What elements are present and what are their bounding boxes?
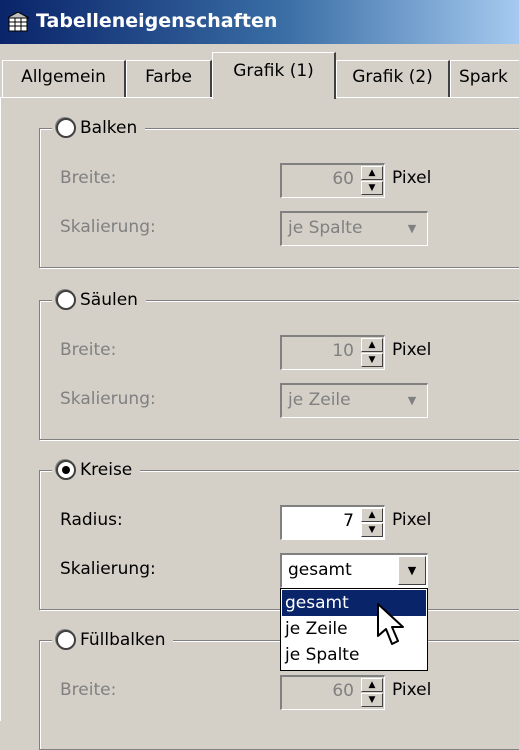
group-kreise: Kreise Radius: 7 ▲ ▼ Pixel Skalierung: ge… (39, 457, 519, 610)
kreise-scale-label: Skalierung: (60, 559, 156, 579)
window-title: Tabelleneigenschaften (36, 10, 278, 32)
saeulen-radio[interactable] (56, 290, 76, 310)
balken-scale-label: Skalierung: (60, 217, 156, 237)
radio-dot-icon (62, 466, 70, 474)
balken-legend: Balken (52, 115, 146, 141)
balken-width-label: Breite: (60, 168, 117, 188)
kreise-radio[interactable] (56, 460, 76, 480)
kreise-legend: Kreise (52, 457, 141, 483)
kreise-scale-value: gesamt (288, 560, 352, 580)
fuellbalken-title: Füllbalken (80, 630, 166, 650)
saeulen-scale-value: je Zeile (288, 390, 351, 410)
group-saeulen: Säulen Breite: 10 ▲ ▼ Pixel Skalierung: j… (39, 287, 519, 440)
group-fuellbalken: Füllbalken Breite: 60 ▲ ▼ Pixel (39, 627, 519, 750)
balken-scale-value: je Spalte (288, 218, 363, 238)
fuellbalken-width-stepper[interactable]: 60 ▲ ▼ (280, 675, 385, 710)
saeulen-unit: Pixel (392, 340, 432, 360)
balken-width-value: 60 (332, 169, 354, 189)
saeulen-title: Säulen (80, 290, 138, 310)
spin-down-icon[interactable]: ▼ (361, 353, 383, 367)
chevron-down-icon: ▼ (407, 222, 417, 235)
spin-up-icon[interactable]: ▲ (361, 338, 383, 352)
tab-grafik-2[interactable]: Grafik (2) (336, 60, 450, 97)
spin-up-icon[interactable]: ▲ (361, 678, 383, 692)
spin-down-icon[interactable]: ▼ (361, 523, 383, 537)
saeulen-width-value: 10 (332, 341, 354, 361)
fuellbalken-width-value: 60 (332, 681, 354, 701)
kreise-radius-label: Radius: (60, 510, 123, 530)
tab-panel-grafik-1: Balken Breite: 60 ▲ ▼ Pixel Skalierung: j… (0, 98, 519, 750)
tab-grafik-1[interactable]: Grafik (1) (212, 52, 336, 99)
saeulen-scale-label: Skalierung: (60, 389, 156, 409)
kreise-scale-select[interactable]: gesamt ▼ (280, 553, 428, 588)
balken-unit: Pixel (392, 168, 432, 188)
spin-down-icon[interactable]: ▼ (361, 181, 383, 195)
kreise-radius-stepper[interactable]: 7 ▲ ▼ (280, 505, 385, 540)
tab-label: Allgemein (21, 67, 106, 87)
tab-label: Spark (459, 67, 508, 87)
group-balken: Balken Breite: 60 ▲ ▼ Pixel Skalierung: j… (39, 115, 519, 268)
balken-scale-select[interactable]: je Spalte ▼ (280, 211, 428, 246)
spin-up-icon[interactable]: ▲ (361, 508, 383, 522)
tab-spark[interactable]: Spark (450, 60, 519, 97)
fuellbalken-legend: Füllbalken (52, 627, 174, 653)
tab-farbe[interactable]: Farbe (126, 60, 212, 97)
kreise-unit: Pixel (392, 510, 432, 530)
tab-allgemein[interactable]: Allgemein (2, 60, 126, 97)
tab-label: Grafik (2) (352, 67, 433, 87)
balken-radio[interactable] (56, 118, 76, 138)
title-bar[interactable]: Tabelleneigenschaften (0, 0, 519, 44)
tab-label: Farbe (145, 67, 192, 87)
saeulen-width-stepper[interactable]: 10 ▲ ▼ (280, 335, 385, 370)
spin-up-icon[interactable]: ▲ (361, 166, 383, 180)
chevron-down-icon: ▼ (407, 394, 417, 407)
tab-strip: Allgemein Farbe Grafik (1) Grafik (2) Sp… (0, 44, 519, 100)
fuellbalken-radio[interactable] (56, 630, 76, 650)
tab-label: Grafik (1) (233, 61, 314, 81)
kreise-radius-value: 7 (343, 511, 354, 531)
table-properties-icon (8, 12, 30, 32)
mouse-pointer-icon (377, 603, 404, 645)
balken-width-stepper[interactable]: 60 ▲ ▼ (280, 163, 385, 198)
fuellbalken-width-label: Breite: (60, 680, 117, 700)
spin-down-icon[interactable]: ▼ (361, 693, 383, 707)
saeulen-width-label: Breite: (60, 340, 117, 360)
kreise-title: Kreise (80, 460, 133, 480)
fuellbalken-unit: Pixel (392, 680, 432, 700)
balken-title: Balken (80, 118, 138, 138)
saeulen-legend: Säulen (52, 287, 146, 313)
saeulen-scale-select[interactable]: je Zeile ▼ (280, 383, 428, 418)
chevron-down-icon[interactable]: ▼ (398, 556, 426, 585)
